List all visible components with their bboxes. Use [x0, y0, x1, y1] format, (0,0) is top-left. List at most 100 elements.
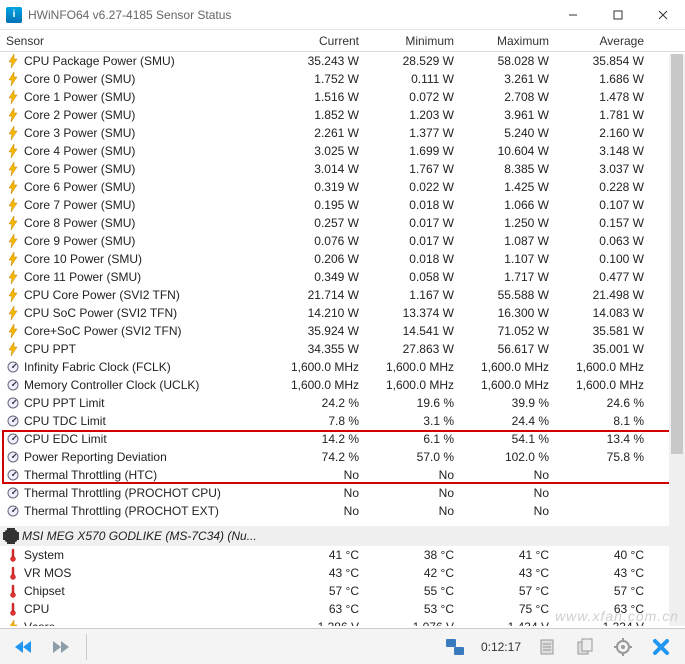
- val-minimum: 1.767 W: [371, 162, 466, 176]
- val-minimum: 57.0 %: [371, 450, 466, 464]
- col-minimum[interactable]: Minimum: [371, 34, 466, 48]
- sensor-row[interactable]: Core 6 Power (SMU)0.319 W0.022 W1.425 W0…: [0, 178, 685, 196]
- val-average: 0.477 W: [561, 270, 656, 284]
- sensor-row[interactable]: CPU Package Power (SMU)35.243 W28.529 W5…: [0, 52, 685, 70]
- sensor-row[interactable]: Core 10 Power (SMU)0.206 W0.018 W1.107 W…: [0, 250, 685, 268]
- sensor-row[interactable]: Core+SoC Power (SVI2 TFN)35.924 W14.541 …: [0, 322, 685, 340]
- sensor-row[interactable]: Power Reporting Deviation74.2 %57.0 %102…: [0, 448, 685, 466]
- nav-back-button[interactable]: [6, 632, 42, 662]
- val-average: 0.228 W: [561, 180, 656, 194]
- val-maximum: 10.604 W: [466, 144, 561, 158]
- val-average: 2.160 W: [561, 126, 656, 140]
- val-current: No: [276, 504, 371, 518]
- sensor-row[interactable]: Core 5 Power (SMU)3.014 W1.767 W8.385 W3…: [0, 160, 685, 178]
- scrollbar-thumb[interactable]: [671, 54, 683, 454]
- maximize-button[interactable]: [595, 0, 640, 30]
- val-maximum: 3.961 W: [466, 108, 561, 122]
- val-minimum: 0.017 W: [371, 234, 466, 248]
- val-minimum: 42 °C: [371, 566, 466, 580]
- sensor-row[interactable]: Thermal Throttling (PROCHOT CPU)NoNoNo: [0, 484, 685, 502]
- sensor-row[interactable]: Thermal Throttling (PROCHOT EXT)NoNoNo: [0, 502, 685, 520]
- sensor-row[interactable]: Core 9 Power (SMU)0.076 W0.017 W1.087 W0…: [0, 232, 685, 250]
- bolt-icon: [6, 306, 20, 320]
- sensor-name: Core 3 Power (SMU): [24, 126, 135, 140]
- val-maximum: 1,600.0 MHz: [466, 378, 561, 392]
- nav-forward-button[interactable]: [44, 632, 80, 662]
- sensor-row[interactable]: CPU TDC Limit7.8 %3.1 %24.4 %8.1 %: [0, 412, 685, 430]
- val-average: 24.6 %: [561, 396, 656, 410]
- bolt-icon: [6, 126, 20, 140]
- network-button[interactable]: [437, 632, 473, 662]
- val-minimum: 0.058 W: [371, 270, 466, 284]
- val-minimum: 55 °C: [371, 584, 466, 598]
- sensor-row[interactable]: CPU EDC Limit14.2 %6.1 %54.1 %13.4 %: [0, 430, 685, 448]
- val-maximum: 41 °C: [466, 548, 561, 562]
- val-average: 0.107 W: [561, 198, 656, 212]
- close-tool-button[interactable]: [643, 632, 679, 662]
- column-headers[interactable]: Sensor Current Minimum Maximum Average: [0, 30, 685, 52]
- sensor-row[interactable]: Core 11 Power (SMU)0.349 W0.058 W1.717 W…: [0, 268, 685, 286]
- val-average: 21.498 W: [561, 288, 656, 302]
- sensor-row[interactable]: CPU63 °C53 °C75 °C63 °C: [0, 600, 685, 618]
- col-average[interactable]: Average: [561, 34, 656, 48]
- sensor-row[interactable]: Vcore1.386 V1.076 V1.434 V1.334 V: [0, 618, 685, 626]
- val-minimum: 0.018 W: [371, 198, 466, 212]
- val-maximum: 56.617 W: [466, 342, 561, 356]
- sensor-name: Core 11 Power (SMU): [24, 270, 141, 284]
- sensor-row[interactable]: Core 1 Power (SMU)1.516 W0.072 W2.708 W1…: [0, 88, 685, 106]
- col-maximum[interactable]: Maximum: [466, 34, 561, 48]
- col-sensor[interactable]: Sensor: [4, 34, 276, 48]
- val-maximum: 1.250 W: [466, 216, 561, 230]
- close-button[interactable]: [640, 0, 685, 30]
- val-current: No: [276, 468, 371, 482]
- val-average: 1,600.0 MHz: [561, 378, 656, 392]
- sensor-name: Thermal Throttling (PROCHOT CPU): [24, 486, 221, 500]
- sensor-row[interactable]: Thermal Throttling (HTC)NoNoNo: [0, 466, 685, 484]
- col-current[interactable]: Current: [276, 34, 371, 48]
- group-label: MSI MEG X570 GODLIKE (MS-7C34) (Nu...: [22, 529, 257, 543]
- sensor-row[interactable]: Core 2 Power (SMU)1.852 W1.203 W3.961 W1…: [0, 106, 685, 124]
- val-minimum: No: [371, 486, 466, 500]
- val-minimum: 27.863 W: [371, 342, 466, 356]
- val-current: 63 °C: [276, 602, 371, 616]
- val-minimum: No: [371, 468, 466, 482]
- val-minimum: 28.529 W: [371, 54, 466, 68]
- val-current: 1,600.0 MHz: [276, 378, 371, 392]
- group-row[interactable]: MSI MEG X570 GODLIKE (MS-7C34) (Nu...: [0, 526, 685, 546]
- val-average: 1.781 W: [561, 108, 656, 122]
- scrollbar[interactable]: [669, 54, 685, 626]
- sensor-name: CPU EDC Limit: [24, 432, 107, 446]
- sensor-row[interactable]: VR MOS43 °C42 °C43 °C43 °C: [0, 564, 685, 582]
- sensor-row[interactable]: Infinity Fabric Clock (FCLK)1,600.0 MHz1…: [0, 358, 685, 376]
- sensor-row[interactable]: CPU SoC Power (SVI2 TFN)14.210 W13.374 W…: [0, 304, 685, 322]
- val-average: 63 °C: [561, 602, 656, 616]
- sensor-row[interactable]: System41 °C38 °C41 °C40 °C: [0, 546, 685, 564]
- val-current: 1.752 W: [276, 72, 371, 86]
- val-current: 41 °C: [276, 548, 371, 562]
- sensor-row[interactable]: Memory Controller Clock (UCLK)1,600.0 MH…: [0, 376, 685, 394]
- sensor-row[interactable]: CPU PPT Limit24.2 %19.6 %39.9 %24.6 %: [0, 394, 685, 412]
- sensor-row[interactable]: CPU PPT34.355 W27.863 W56.617 W35.001 W: [0, 340, 685, 358]
- sensor-row[interactable]: Core 0 Power (SMU)1.752 W0.111 W3.261 W1…: [0, 70, 685, 88]
- sensor-name: Core 9 Power (SMU): [24, 234, 135, 248]
- sensor-row[interactable]: Core 7 Power (SMU)0.195 W0.018 W1.066 W0…: [0, 196, 685, 214]
- copy-button[interactable]: [567, 632, 603, 662]
- val-current: 35.243 W: [276, 54, 371, 68]
- val-minimum: 1.377 W: [371, 126, 466, 140]
- settings-button[interactable]: [605, 632, 641, 662]
- val-average: 0.100 W: [561, 252, 656, 266]
- val-minimum: 1,600.0 MHz: [371, 378, 466, 392]
- sensor-name: Core 5 Power (SMU): [24, 162, 135, 176]
- sensor-row[interactable]: Chipset57 °C55 °C57 °C57 °C: [0, 582, 685, 600]
- sensor-row[interactable]: CPU Core Power (SVI2 TFN)21.714 W1.167 W…: [0, 286, 685, 304]
- thermometer-icon: [6, 584, 20, 598]
- val-average: 35.581 W: [561, 324, 656, 338]
- sensor-row[interactable]: Core 8 Power (SMU)0.257 W0.017 W1.250 W0…: [0, 214, 685, 232]
- sensor-row[interactable]: Core 3 Power (SMU)2.261 W1.377 W5.240 W2…: [0, 124, 685, 142]
- val-maximum: 1.107 W: [466, 252, 561, 266]
- logging-button[interactable]: [529, 632, 565, 662]
- val-current: 0.076 W: [276, 234, 371, 248]
- sensor-name: Core 10 Power (SMU): [24, 252, 142, 266]
- sensor-row[interactable]: Core 4 Power (SMU)3.025 W1.699 W10.604 W…: [0, 142, 685, 160]
- minimize-button[interactable]: [550, 0, 595, 30]
